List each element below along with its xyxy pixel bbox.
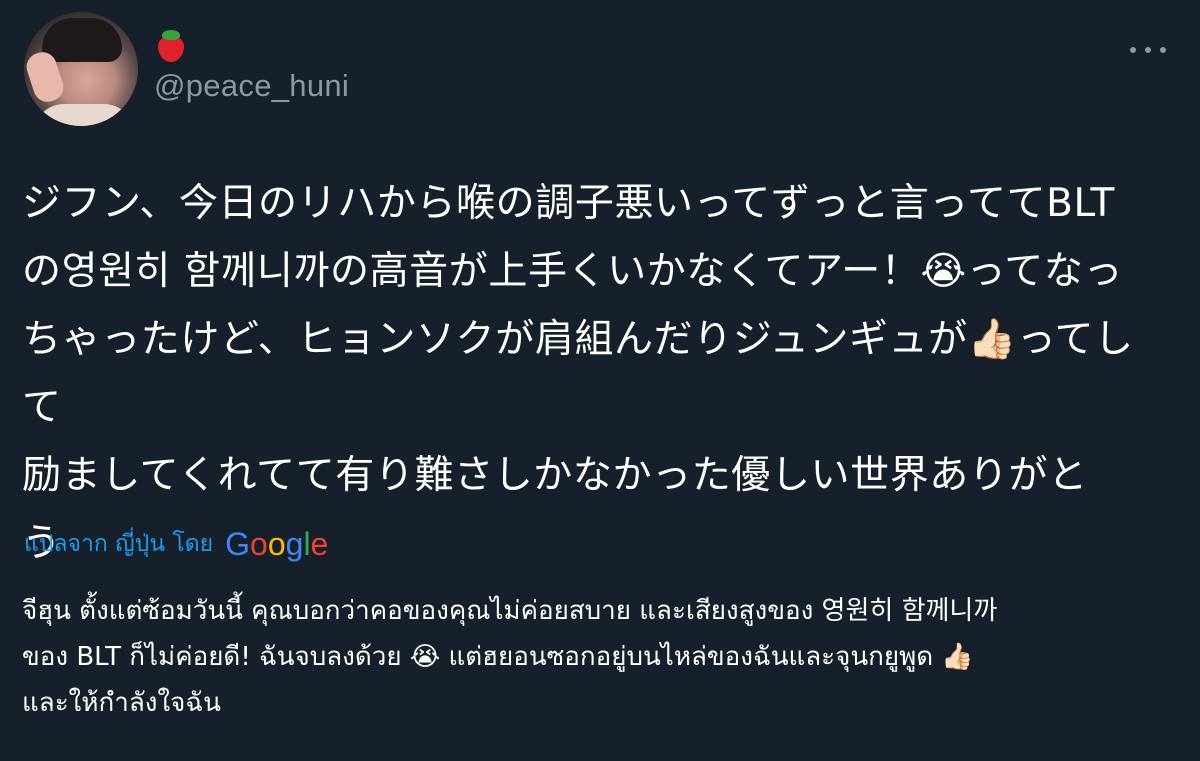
translated-text: จีฮุน ตั้งแต่ซ้อมวันนี้ คุณบอกว่าคอของคุ…: [22, 588, 1172, 726]
username[interactable]: @peace_huni: [154, 68, 349, 104]
tweet-text-line: 励ましてくれてて有り難さしかなかった優しい世界ありがと: [22, 453, 1088, 498]
tweet-text-line: の영원히 함께니까の高音が上手くいかなくてアー！😭ってなっ: [22, 249, 1124, 294]
translate-label[interactable]: แปลจาก ญี่ปุ่น โดย: [24, 526, 213, 562]
translated-text-line: ของ BLT ก็ไม่ค่อยดี! ฉันจบลงด้วย 😭 แต่ฮย…: [22, 642, 974, 672]
avatar-hair: [42, 18, 122, 62]
tweet-card: @peace_huni ジフン、今日のリハから喉の調子悪いってずっと言っててBL…: [0, 0, 1200, 761]
tweet-text-line: ジフン、今日のリハから喉の調子悪いってずっと言っててBLT: [22, 181, 1115, 226]
more-dots-icon[interactable]: [1130, 40, 1166, 60]
avatar[interactable]: [24, 12, 138, 126]
translated-text-line: จีฮุน ตั้งแต่ซ้อมวันนี้ คุณบอกว่าคอของคุ…: [22, 596, 998, 626]
translated-text-line: และให้กำลังใจฉัน: [22, 688, 221, 718]
display-name[interactable]: [156, 26, 186, 66]
tweet-text-line: ちゃったけど、ヒョンソクが肩組んだりジュンギュが👍🏻ってして: [22, 317, 1134, 430]
tweet-text: ジフン、今日のリハから喉の調子悪いってずっと言っててBLT の영원히 함께니까の…: [22, 170, 1172, 578]
translation-attribution[interactable]: แปลจาก ญี่ปุ่น โดย Google: [24, 524, 328, 564]
strawberry-icon: [156, 26, 186, 64]
google-logo: Google: [225, 525, 329, 562]
avatar-shirt: [34, 104, 134, 126]
